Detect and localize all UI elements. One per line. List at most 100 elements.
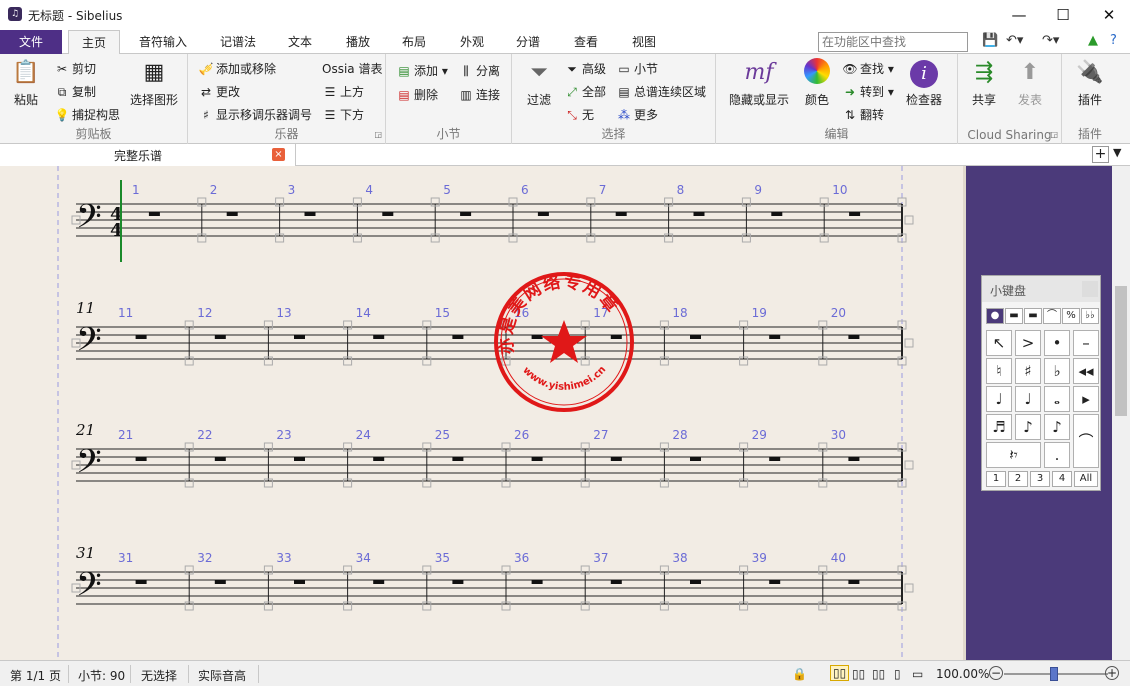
redo-icon[interactable]: ↷▾	[1042, 33, 1059, 48]
keypad-key[interactable]: ♩	[1015, 386, 1041, 412]
keypad-key[interactable]: ♪	[1044, 414, 1070, 440]
keypad-key[interactable]: >	[1015, 330, 1041, 356]
add-remove-instrument-button[interactable]: 🎺 添加或移除	[198, 60, 277, 77]
select-all-button[interactable]: ⤢ 全部	[564, 83, 606, 100]
cut-button[interactable]: ✂ 剪切	[54, 60, 96, 77]
vertical-scrollbar[interactable]	[1112, 166, 1130, 660]
minimize-icon[interactable]: —	[996, 0, 1042, 30]
zoom-in-icon[interactable]: +	[1105, 666, 1119, 680]
single-page-icon[interactable]: ▯	[894, 667, 901, 681]
tab-parts[interactable]: 分谱	[508, 30, 548, 54]
select-bar-button[interactable]: ▭ 小节	[616, 60, 658, 77]
share-button[interactable]: ⇶ 共享	[966, 58, 1002, 108]
cloud-launcher-icon[interactable]: ◲	[1050, 130, 1058, 139]
join-bar-button[interactable]: ▥ 连接	[458, 86, 500, 103]
vertical-view-icon[interactable]: ▯▯	[872, 667, 885, 681]
close-icon[interactable]: ✕	[1086, 0, 1130, 30]
keypad-key[interactable]: ♬	[986, 414, 1012, 440]
keypad-key[interactable]: ♯	[1015, 358, 1041, 384]
zoom-out-icon[interactable]: −	[989, 666, 1003, 680]
keypad-tab[interactable]: ●	[986, 308, 1004, 324]
goto-button[interactable]: ➜ 转到 ▾	[842, 83, 894, 100]
select-none-button[interactable]: ⤡ 无	[564, 106, 594, 123]
flip-button[interactable]: ⇅ 翻转	[842, 106, 884, 123]
color-button[interactable]: 颜色	[800, 58, 834, 108]
keypad-key[interactable]: ♩	[986, 386, 1012, 412]
tab-review[interactable]: 查看	[566, 30, 606, 54]
keypad-key[interactable]: 𝅝	[1044, 386, 1070, 412]
paste-button[interactable]: 📋 粘贴	[8, 58, 44, 108]
inspector-button[interactable]: i 检查器	[904, 58, 944, 108]
delete-bar-button[interactable]: ▤ 删除	[396, 86, 438, 103]
keypad-layout-button[interactable]: 4	[1052, 471, 1072, 487]
keypad-layout-button[interactable]: All	[1074, 471, 1098, 487]
keypad-key[interactable]: 𝄽𝄾	[986, 442, 1041, 468]
system-passage-button[interactable]: ▤ 总谱连续区域	[616, 83, 706, 100]
spreads-view-icon[interactable]: ▯▯	[830, 665, 850, 681]
hide-show-button[interactable]: mf 隐藏或显示	[724, 58, 794, 108]
keypad-close-icon[interactable]	[1082, 281, 1098, 297]
tab-home[interactable]: 主页	[68, 30, 120, 55]
split-bar-button[interactable]: ⫼ 分离	[458, 62, 500, 79]
collapse-ribbon-icon[interactable]: ▲	[1088, 33, 1098, 48]
keypad-layout-button[interactable]: 1	[986, 471, 1006, 487]
ribbon-search-input[interactable]: 在功能区中查找	[818, 32, 968, 52]
file-tab[interactable]: 文件	[0, 30, 62, 54]
tab-notations[interactable]: 记谱法	[210, 30, 266, 54]
plugins-button[interactable]: 🔌 插件	[1070, 58, 1110, 108]
add-bar-button[interactable]: ▤ 添加 ▾	[396, 62, 448, 79]
find-button[interactable]: 👁 查找 ▾	[842, 60, 893, 77]
keypad-key[interactable]: ▸	[1073, 386, 1099, 412]
horizontal-view-icon[interactable]: ▯▯	[852, 667, 865, 681]
ossia-below-button[interactable]: ☰ 下方	[322, 106, 364, 123]
document-tab[interactable]: 完整乐谱 ×	[0, 144, 296, 166]
filter-button[interactable]: ⏷ 过滤	[522, 58, 556, 108]
keypad-tab[interactable]: ▬	[1005, 308, 1023, 324]
keypad-key[interactable]: ♪	[1015, 414, 1041, 440]
tab-text[interactable]: 文本	[280, 30, 320, 54]
ossia-above-button[interactable]: ☰ 上方	[322, 83, 364, 100]
keypad-key[interactable]: ⌒	[1073, 414, 1099, 468]
publish-button[interactable]: ⬆ 发表	[1012, 58, 1048, 108]
keypad-key[interactable]: ♭	[1044, 358, 1070, 384]
help-icon[interactable]: ?	[1110, 33, 1117, 48]
tab-layout[interactable]: 布局	[394, 30, 434, 54]
undo-icon[interactable]: ↶▾	[1006, 33, 1023, 48]
keypad-layout-button[interactable]: 2	[1008, 471, 1028, 487]
close-tab-icon[interactable]: ×	[272, 148, 285, 161]
tab-play[interactable]: 播放	[338, 30, 378, 54]
keypad-layout-button[interactable]: 3	[1030, 471, 1050, 487]
keypad-key[interactable]: ♮	[986, 358, 1012, 384]
score-area[interactable]: 𝄢 4 4 1 2 3 4 5 6 7 8 9 10 𝄢 11 11 12 13 14 15 16 17 18 19 20 𝄢 21…	[0, 166, 965, 660]
keypad-tab[interactable]: %	[1062, 308, 1080, 324]
transposing-key-button[interactable]: ♯ 显示移调乐器调号	[198, 106, 312, 123]
ossia-staff-button[interactable]: Ossia 谱表	[322, 60, 382, 77]
scrollbar-thumb[interactable]	[1115, 286, 1127, 416]
tab-note-input[interactable]: 音符输入	[128, 30, 198, 54]
capture-idea-button[interactable]: 💡 捕捉构思	[54, 106, 121, 123]
add-tab-icon[interactable]: +	[1092, 146, 1109, 163]
keypad-key[interactable]: ◂◂	[1073, 358, 1099, 384]
score-canvas[interactable]: 𝄢 441 2 3 4 5 6 7 8 9 10𝄢11 11 12 13 14 15 16 17 18 19 20𝄢21…	[0, 166, 965, 660]
select-more-button[interactable]: ⁂ 更多	[616, 106, 658, 123]
tab-appearance[interactable]: 外观	[452, 30, 492, 54]
zoom-slider-thumb[interactable]	[1050, 667, 1058, 681]
panorama-icon[interactable]: ▭	[912, 667, 923, 681]
change-instrument-button[interactable]: ⇄ 更改	[198, 83, 240, 100]
keypad-key[interactable]: •	[1044, 330, 1070, 356]
tab-menu-icon[interactable]: ▼	[1113, 146, 1121, 159]
keypad-tab[interactable]: ⌒	[1043, 308, 1061, 324]
lock-icon[interactable]: 🔒	[792, 667, 807, 681]
maximize-icon[interactable]: ☐	[1040, 0, 1086, 30]
tab-view[interactable]: 视图	[624, 30, 664, 54]
instruments-launcher-icon[interactable]: ◲	[374, 130, 382, 139]
keypad-tab[interactable]: ▬	[1024, 308, 1042, 324]
keypad-key[interactable]: ↖	[986, 330, 1012, 356]
keypad-key[interactable]: .	[1044, 442, 1070, 468]
keypad-tab[interactable]: ♭♭	[1081, 308, 1099, 324]
copy-button[interactable]: ⧉ 复制	[54, 83, 96, 100]
keypad-key[interactable]: –	[1073, 330, 1099, 356]
advanced-select-button[interactable]: ⏷ 高级	[564, 60, 606, 77]
select-graphic-button[interactable]: ▦ 选择图形	[126, 58, 182, 108]
save-icon[interactable]: 💾	[982, 33, 998, 48]
